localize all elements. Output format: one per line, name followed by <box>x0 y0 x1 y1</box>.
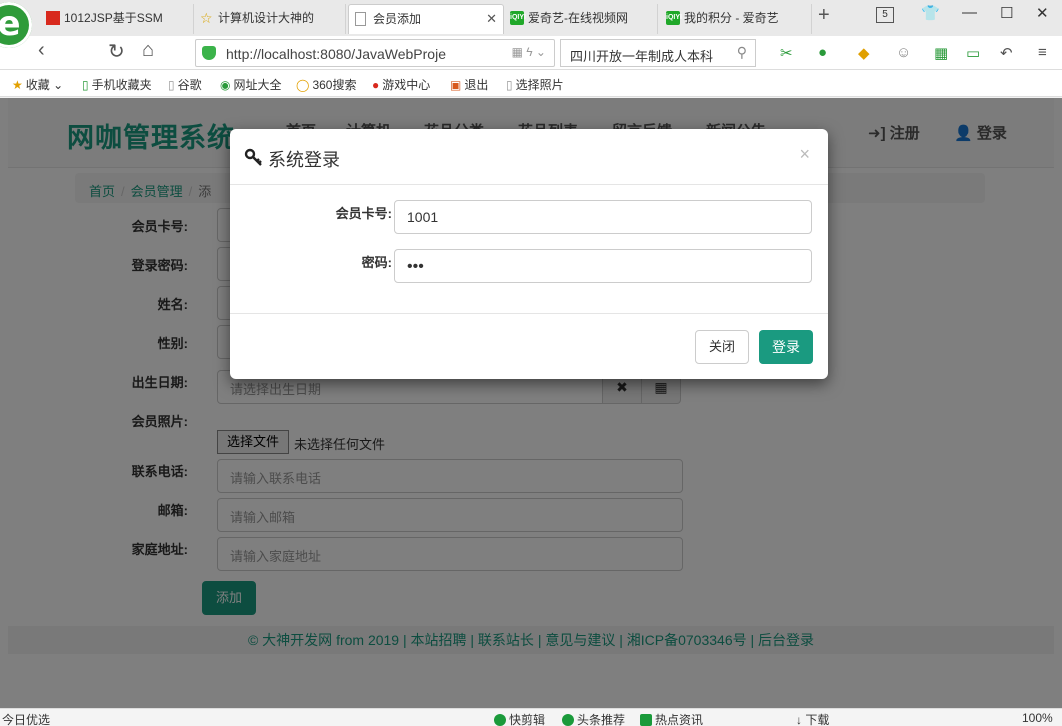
translate-icon[interactable]: ● <box>818 44 827 61</box>
document-icon <box>355 12 366 26</box>
search-text: 四川开放一年制成人本科 <box>570 49 714 64</box>
minimize-icon[interactable]: — <box>962 4 977 21</box>
statusbar-item[interactable]: 热点资讯 <box>640 711 703 726</box>
key-icon <box>244 148 262 166</box>
phone-icon: ▯ <box>82 78 89 92</box>
qr-bolt-icon[interactable]: ▦ ϟ ⌄ <box>512 45 546 59</box>
news-icon <box>640 714 652 726</box>
emoji-icon[interactable]: ☺ <box>896 44 911 61</box>
scissors-icon[interactable]: ✂ <box>780 44 793 62</box>
browser-tab-active[interactable]: 会员添加 ✕ <box>348 4 504 34</box>
close-window-icon[interactable]: ✕ <box>1036 4 1049 22</box>
bookmark-item[interactable]: ◉ 网址大全 <box>220 76 282 93</box>
star-icon: ☆ <box>200 10 213 26</box>
modal-title: 系统登录 <box>268 150 340 170</box>
download-icon: ↓ <box>796 713 806 726</box>
play-icon <box>562 714 574 726</box>
shield-coin-icon[interactable]: ◆ <box>858 44 870 62</box>
tab-title: 我的积分 - 爱奇艺 <box>684 11 779 25</box>
exit-icon: ▣ <box>450 78 462 92</box>
search-input[interactable]: 四川开放一年制成人本科 ⚲ <box>560 39 756 67</box>
shield-icon <box>202 46 216 60</box>
home-icon[interactable]: ⌂ <box>142 39 154 62</box>
search-icon[interactable]: ⚲ <box>737 44 747 61</box>
statusbar-item[interactable]: 头条推荐 <box>562 711 625 726</box>
browser-tab[interactable]: iQIYI 我的积分 - 爱奇艺 <box>660 4 812 34</box>
bookmark-item[interactable]: ▯ 手机收藏夹 <box>82 76 152 93</box>
url-text: http://localhost:8080/JavaWebProje <box>226 46 446 62</box>
back-icon[interactable]: ‹ <box>38 39 45 62</box>
browser-toolbar: ‹ ↻ ⌂ http://localhost:8080/JavaWebProje… <box>0 36 1062 70</box>
password-label: 密码: <box>361 255 392 270</box>
statusbar-today[interactable]: 今日优选 <box>2 711 50 726</box>
page-icon: ▯ <box>506 78 513 92</box>
tab-count-badge[interactable]: 5 <box>876 7 894 23</box>
modal-body: 会员卡号: 1001 密码: ••• <box>230 185 828 313</box>
page-icon: ▯ <box>168 78 175 92</box>
password-field[interactable]: ••• <box>394 249 812 283</box>
zoom-level[interactable]: 100% <box>1022 711 1053 725</box>
ring-icon: ◯ <box>296 78 310 92</box>
login-modal: 系统登录 × 会员卡号: 1001 密码: ••• 关闭 登录 <box>230 129 828 379</box>
tab-title: 会员添加 <box>373 12 422 26</box>
bookmark-item[interactable]: ◯ 360搜索 <box>296 76 356 93</box>
modal-footer: 关闭 登录 <box>230 313 828 379</box>
bookmark-item[interactable]: ▣ 退出 <box>450 76 488 93</box>
browser-tab[interactable]: 1012JSP基于SSM <box>40 4 194 34</box>
star-icon: ★ <box>12 78 23 92</box>
browser-tab-strip: e 1012JSP基于SSM ☆ 计算机设计大神的 会员添加 ✕ iQIYI 爱… <box>0 0 1062 48</box>
browser-tab[interactable]: iQIYI 爱奇艺-在线视频网 <box>504 4 658 34</box>
shirt-icon[interactable]: 👕 <box>921 4 940 22</box>
red-square-icon <box>46 11 60 25</box>
bookmark-item[interactable]: ▯ 选择照片 <box>506 76 564 93</box>
tab-title: 计算机设计大神的 <box>218 11 315 25</box>
iqiyi-icon: iQIYI <box>666 11 682 25</box>
apps-grid-icon[interactable]: ▦ <box>934 44 948 62</box>
iqiyi-icon: iQIYI <box>510 11 526 25</box>
globe-icon: ◉ <box>220 78 231 92</box>
bookmarks-bar: ★ 收藏 ⌄ ▯ 手机收藏夹 ▯ 谷歌 ◉ 网址大全 ◯ 360搜索 ● 游戏中心 ▣ 退出 … <box>0 70 1062 97</box>
refresh-icon[interactable]: ↻ <box>108 39 125 64</box>
close-button[interactable]: 关闭 <box>695 330 749 364</box>
maximize-icon[interactable]: ☐ <box>1000 4 1013 22</box>
undo-icon[interactable]: ↶ <box>1000 44 1013 62</box>
statusbar-item[interactable]: ↓ 下载 <box>796 711 829 726</box>
tab-title: 1012JSP基于SSM <box>64 11 163 25</box>
modal-header: 系统登录 × <box>230 129 828 185</box>
game-icon: ● <box>372 78 380 92</box>
statusbar-item[interactable]: 快剪辑 <box>494 711 545 726</box>
address-bar[interactable]: http://localhost:8080/JavaWebProje ▦ ϟ ⌄ <box>195 39 555 67</box>
browser-statusbar: 今日优选 快剪辑 头条推荐 热点资讯 ↓ 下载 100% <box>0 708 1062 726</box>
bookmark-item[interactable]: ▯ 谷歌 <box>168 76 202 93</box>
browser-tab[interactable]: ☆ 计算机设计大神的 <box>194 4 346 34</box>
login-button[interactable]: 登录 <box>759 330 813 364</box>
battery-icon[interactable]: ▭ <box>966 44 980 62</box>
card-no-label: 会员卡号: <box>335 206 392 221</box>
close-icon[interactable]: × <box>799 144 810 165</box>
tab-title: 爱奇艺-在线视频网 <box>528 11 628 25</box>
new-tab-icon[interactable]: + <box>818 4 830 27</box>
card-no-field[interactable]: 1001 <box>394 200 812 234</box>
menu-icon[interactable]: ≡ <box>1038 44 1047 61</box>
bookmark-item[interactable]: ● 游戏中心 <box>372 76 430 93</box>
play-icon <box>494 714 506 726</box>
close-tab-icon[interactable]: ✕ <box>486 5 497 33</box>
bookmark-item[interactable]: ★ 收藏 ⌄ <box>12 76 63 93</box>
